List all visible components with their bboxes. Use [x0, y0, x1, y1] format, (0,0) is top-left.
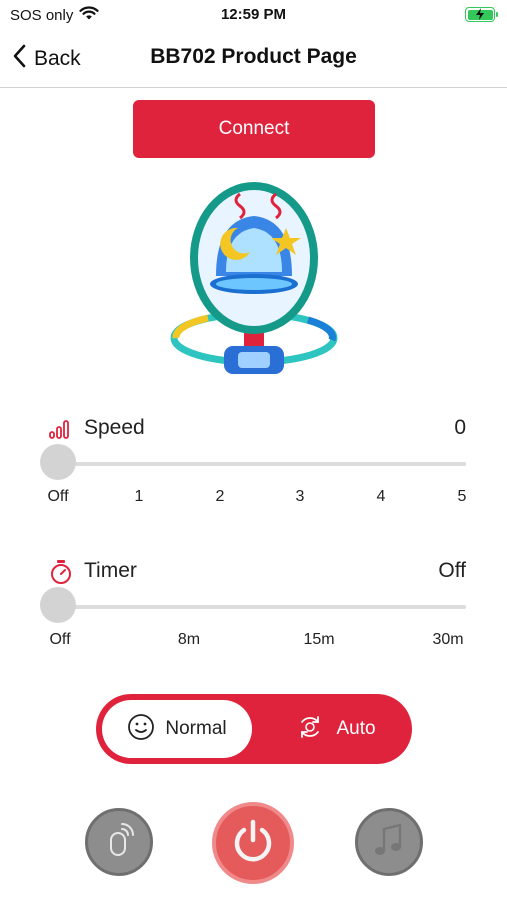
speed-tick-off: Off [47, 488, 69, 505]
connect-button[interactable]: Connect [133, 100, 375, 158]
timer-slider-track[interactable] [58, 605, 466, 609]
remote-control-button[interactable] [85, 808, 153, 876]
music-note-icon [372, 821, 406, 864]
mode-auto-button[interactable]: Auto [266, 700, 406, 758]
speed-slider-track[interactable] [58, 462, 466, 466]
timer-value: Off [438, 559, 466, 582]
mode-toggle: Normal Auto [96, 694, 412, 764]
mode-auto-label: Auto [336, 718, 376, 739]
speed-slider-thumb[interactable] [40, 444, 76, 480]
remote-control-icon [102, 821, 136, 864]
timer-tick-30m: 30m [432, 631, 464, 648]
power-icon [230, 818, 276, 869]
speed-value: 0 [454, 416, 466, 439]
nav-bar: Back BB702 Product Page [0, 32, 507, 88]
status-time: 12:59 PM [220, 6, 287, 23]
music-button[interactable] [355, 808, 423, 876]
speed-tick-4: 4 [376, 488, 386, 505]
timer-slider-thumb[interactable] [40, 587, 76, 623]
status-bar: SOS only 12:59 PM [0, 0, 507, 32]
stopwatch-icon [48, 559, 74, 590]
battery-charging-icon [465, 7, 498, 22]
product-image [168, 180, 340, 380]
timer-tick-15m: 15m [303, 631, 335, 648]
signal-bars-icon [48, 416, 72, 445]
speed-tick-2: 2 [215, 488, 225, 505]
timer-label: Timer [84, 559, 137, 582]
speed-header: Speed 0 [40, 414, 470, 444]
smiley-icon [127, 713, 155, 746]
auto-cycle-icon [296, 713, 324, 746]
speed-tick-1: 1 [134, 488, 144, 505]
timer-section: Timer Off Off 8m 15m 30m [40, 557, 470, 667]
page-title: BB702 Product Page [150, 45, 357, 68]
timer-tick-8m: 8m [177, 631, 201, 648]
timer-header: Timer Off [40, 557, 470, 587]
mode-normal-button[interactable]: Normal [102, 700, 252, 758]
mode-normal-label: Normal [165, 718, 227, 739]
power-button[interactable] [212, 802, 294, 884]
speed-label: Speed [84, 416, 145, 439]
speed-tick-3: 3 [295, 488, 305, 505]
timer-tick-off: Off [49, 631, 71, 648]
speed-section: Speed 0 Off 1 2 3 4 5 [40, 414, 470, 524]
speed-tick-5: 5 [457, 488, 467, 505]
